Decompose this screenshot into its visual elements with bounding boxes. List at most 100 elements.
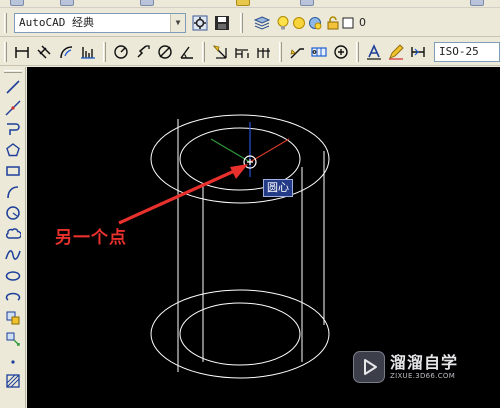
- watermark-url: ZIXUE.3D66.COM: [390, 371, 456, 380]
- polygon-button[interactable]: [3, 140, 23, 160]
- point-button[interactable]: [3, 350, 23, 370]
- toolbar-button-stub[interactable]: [470, 0, 484, 6]
- quick-dimension-icon: [213, 45, 227, 59]
- layer-color-icon: [342, 17, 354, 29]
- workspace-settings-button[interactable]: [190, 13, 210, 33]
- diameter-dimension-button[interactable]: [155, 42, 175, 62]
- linear-dimension-button[interactable]: [12, 42, 32, 62]
- workspace-settings-icon: [192, 15, 208, 31]
- watermark: 溜溜自学 ZIXUE.3D66.COM: [353, 350, 471, 384]
- angular-dimension-button[interactable]: [177, 42, 197, 62]
- toolbar-grip[interactable]: [103, 42, 106, 62]
- toolbar-grip[interactable]: [279, 42, 282, 62]
- radius-dimension-icon: [114, 45, 128, 59]
- spline-button[interactable]: [3, 245, 23, 265]
- dimension-style-value: ISO-25: [439, 45, 479, 58]
- autocad-window: AutoCAD 经典 ▼ 0 ISO-25 圆心 另一个点 溜溜自学 ZIXUE…: [0, 0, 500, 408]
- baseline-dimension-icon: [235, 48, 249, 58]
- workspace-select[interactable]: AutoCAD 经典 ▼: [14, 13, 186, 33]
- toolbar-grip[interactable]: [356, 42, 359, 62]
- ordinate-dimension-icon: [81, 47, 95, 59]
- construction-line-icon: [5, 100, 21, 116]
- watermark-brand: 溜溜自学: [390, 352, 459, 372]
- bottom-inner-ellipse: [179, 302, 301, 366]
- annotation-label: 另一个点: [55, 228, 127, 248]
- continue-dimension-button[interactable]: [254, 42, 274, 62]
- diameter-dimension-icon: [158, 45, 172, 59]
- lightbulb-icon: [277, 16, 289, 30]
- circle-icon: [6, 206, 20, 220]
- polyline-button[interactable]: [3, 119, 23, 139]
- layer-manager-icon: [254, 16, 270, 30]
- toolbar-grip[interactable]: [4, 13, 7, 33]
- workspaces-layers-toolbar: AutoCAD 经典 ▼ 0: [0, 9, 500, 37]
- toolbar-grip[interactable]: [4, 42, 7, 62]
- baseline-dimension-button[interactable]: [232, 42, 252, 62]
- quick-leader-button[interactable]: [287, 42, 307, 62]
- dimension-update-icon: [411, 47, 425, 57]
- toolbar-button-stub[interactable]: [300, 0, 314, 6]
- layer-viewport-freeze-button[interactable]: [306, 13, 324, 33]
- chevron-down-icon[interactable]: ▼: [170, 14, 185, 32]
- toolbar-button-stub[interactable]: [140, 0, 154, 6]
- layer-manager-button[interactable]: [252, 13, 272, 33]
- ellipse-arc-icon: [5, 292, 21, 301]
- circle-button[interactable]: [3, 203, 23, 223]
- rectangle-icon: [6, 166, 20, 176]
- save-workspace-button[interactable]: [212, 13, 232, 33]
- toolbar-grip[interactable]: [4, 70, 22, 73]
- ellipse-arc-button[interactable]: [3, 287, 23, 307]
- rectangle-button[interactable]: [3, 161, 23, 181]
- layer-name[interactable]: 0: [359, 13, 366, 33]
- toolbar-button-stub[interactable]: [10, 0, 24, 6]
- tolerance-button[interactable]: [309, 42, 329, 62]
- toolbar-grip[interactable]: [240, 13, 243, 33]
- dimension-edit-button[interactable]: [364, 42, 384, 62]
- sun-icon: [293, 17, 305, 29]
- ellipse-button[interactable]: [3, 266, 23, 286]
- dimension-style-select[interactable]: ISO-25: [434, 42, 500, 62]
- workspace-select-value: AutoCAD 经典: [19, 16, 94, 29]
- line-icon: [6, 80, 20, 94]
- revision-cloud-icon: [5, 228, 21, 239]
- dimension-text-edit-button[interactable]: [386, 42, 406, 62]
- draw-toolbar: [0, 67, 26, 408]
- tolerance-icon: [311, 47, 327, 57]
- arc-length-icon: [60, 46, 73, 59]
- jogged-dimension-button[interactable]: [133, 42, 153, 62]
- construction-line-button[interactable]: [3, 98, 23, 118]
- dimension-edit-icon: [367, 44, 381, 60]
- toolbar-button-stub[interactable]: [60, 0, 74, 6]
- arc-button[interactable]: [3, 182, 23, 202]
- object-snap-tooltip: 圆心: [263, 179, 293, 197]
- insert-block-button[interactable]: [3, 308, 23, 328]
- continue-dimension-icon: [257, 48, 270, 58]
- arrow-indicator: [118, 164, 248, 225]
- aligned-dimension-button[interactable]: [34, 42, 54, 62]
- polyline-icon: [7, 123, 20, 135]
- polygon-icon: [6, 143, 20, 157]
- radius-dimension-button[interactable]: [111, 42, 131, 62]
- hatch-button[interactable]: [3, 371, 23, 391]
- layer-color-swatch[interactable]: [340, 13, 356, 33]
- play-logo-icon: [353, 351, 385, 383]
- save-workspace-icon: [215, 16, 229, 30]
- toolbar-button-stub[interactable]: [236, 0, 250, 6]
- dimension-update-button[interactable]: [408, 42, 428, 62]
- drawing-area[interactable]: 圆心 另一个点 溜溜自学 ZIXUE.3D66.COM: [27, 67, 500, 408]
- quick-dimension-button[interactable]: [210, 42, 230, 62]
- arc-icon: [7, 186, 19, 199]
- line-button[interactable]: [3, 77, 23, 97]
- linear-dimension-icon: [15, 47, 29, 58]
- arc-length-button[interactable]: [56, 42, 76, 62]
- revision-cloud-button[interactable]: [3, 224, 23, 244]
- ordinate-dimension-button[interactable]: [78, 42, 98, 62]
- toolbar-grip[interactable]: [202, 42, 205, 62]
- dimension-toolbar: ISO-25: [0, 38, 500, 66]
- dimension-text-edit-icon: [389, 44, 404, 60]
- insert-block-icon: [6, 311, 20, 325]
- make-block-button[interactable]: [3, 329, 23, 349]
- center-mark-button[interactable]: [331, 42, 351, 62]
- lock-icon: [327, 16, 339, 30]
- ellipse-icon: [5, 271, 21, 281]
